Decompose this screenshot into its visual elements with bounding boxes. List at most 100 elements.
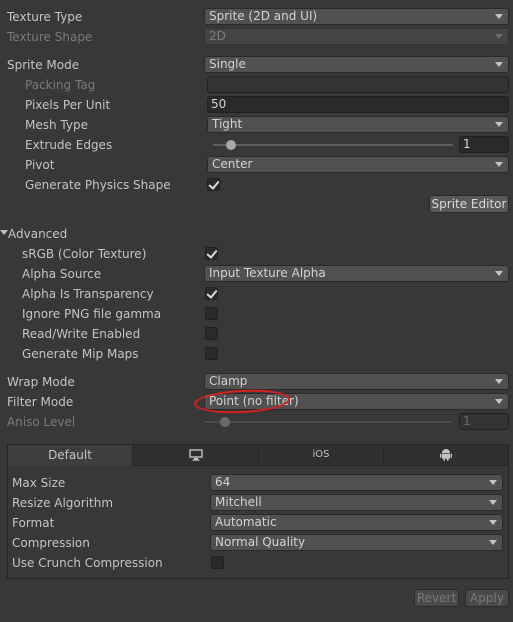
texture-type-dropdown[interactable]: Sprite (2D and UI)	[204, 8, 509, 25]
crunch-label: Use Crunch Compression	[12, 556, 163, 570]
compression-dropdown[interactable]: Normal Quality	[210, 534, 503, 551]
mesh-type-dropdown[interactable]: Tight	[207, 116, 509, 133]
max-size-label: Max Size	[12, 476, 66, 490]
pivot-value: Center	[212, 157, 253, 171]
chevron-down-icon	[489, 540, 497, 545]
sprite-mode-row: Sprite Mode Single	[0, 55, 513, 75]
packing-tag-field	[207, 76, 509, 93]
chevron-down-icon	[489, 480, 497, 485]
apply-button[interactable]: Apply	[465, 589, 509, 607]
revert-button[interactable]: Revert	[414, 589, 459, 607]
tab-default-label: Default	[48, 448, 92, 462]
chevron-down-icon	[495, 62, 503, 67]
chevron-down-icon	[495, 399, 503, 404]
max-size-row: Max Size 64	[0, 473, 513, 493]
monitor-icon	[188, 449, 203, 461]
pivot-label: Pivot	[25, 158, 55, 172]
mip-maps-row: Generate Mip Maps	[0, 344, 513, 364]
ignore-png-gamma-label: Ignore PNG file gamma	[22, 307, 162, 321]
crunch-checkbox[interactable]	[211, 556, 224, 569]
read-write-checkbox[interactable]	[205, 327, 218, 340]
wrap-mode-label: Wrap Mode	[7, 375, 75, 389]
mip-maps-label: Generate Mip Maps	[22, 347, 139, 361]
packing-tag-label: Packing Tag	[25, 78, 96, 92]
read-write-label: Read/Write Enabled	[22, 327, 141, 341]
mesh-type-row: Mesh Type Tight	[0, 115, 513, 135]
texture-type-row: Texture Type Sprite (2D and UI)	[0, 7, 513, 27]
srgb-checkbox[interactable]	[205, 247, 218, 260]
alpha-transparency-row: Alpha Is Transparency	[0, 284, 513, 304]
compression-label: Compression	[12, 536, 90, 550]
chevron-down-icon	[495, 122, 503, 127]
sprite-mode-label: Sprite Mode	[7, 58, 80, 72]
tab-ios[interactable]: iOS	[259, 445, 384, 465]
platform-tabs: Default iOS	[7, 444, 509, 466]
mesh-type-value: Tight	[212, 117, 243, 131]
format-dropdown[interactable]: Automatic	[210, 514, 503, 531]
physics-shape-label: Generate Physics Shape	[25, 178, 171, 192]
filter-mode-label: Filter Mode	[7, 395, 74, 409]
resize-algorithm-value: Mitchell	[215, 495, 262, 509]
wrap-mode-value: Clamp	[209, 374, 248, 388]
compression-row: Compression Normal Quality	[0, 533, 513, 553]
texture-shape-value: 2D	[209, 29, 226, 43]
ignore-png-gamma-checkbox[interactable]	[205, 307, 218, 320]
chevron-down-icon	[495, 162, 503, 167]
extrude-edges-label: Extrude Edges	[25, 138, 113, 152]
compression-value: Normal Quality	[215, 535, 306, 549]
aniso-level-field: 1	[459, 413, 509, 430]
android-icon	[440, 449, 452, 461]
chevron-down-icon	[489, 500, 497, 505]
extrude-edges-field[interactable]: 1	[459, 136, 509, 153]
pixels-per-unit-field[interactable]: 50	[207, 96, 509, 113]
mip-maps-checkbox[interactable]	[205, 347, 218, 360]
chevron-down-icon	[489, 520, 497, 525]
sprite-mode-value: Single	[209, 57, 246, 71]
tab-default[interactable]: Default	[8, 445, 133, 466]
alpha-transparency-label: Alpha Is Transparency	[22, 287, 154, 301]
aniso-level-row: Aniso Level 1	[0, 412, 513, 432]
foldout-arrow-icon[interactable]	[0, 230, 8, 235]
texture-type-value: Sprite (2D and UI)	[209, 9, 318, 23]
advanced-label: Advanced	[8, 227, 68, 241]
alpha-source-row: Alpha Source Input Texture Alpha	[0, 264, 513, 284]
format-row: Format Automatic	[0, 513, 513, 533]
extrude-edges-slider-track[interactable]	[213, 144, 453, 146]
texture-shape-label: Texture Shape	[7, 30, 93, 44]
resize-algorithm-row: Resize Algorithm Mitchell	[0, 493, 513, 513]
chevron-down-icon	[495, 271, 503, 276]
extrude-edges-slider-handle[interactable]	[226, 140, 236, 150]
chevron-down-icon	[495, 34, 503, 39]
max-size-value: 64	[215, 475, 231, 489]
alpha-source-value: Input Texture Alpha	[209, 266, 326, 280]
wrap-mode-dropdown[interactable]: Clamp	[204, 373, 509, 390]
physics-shape-row: Generate Physics Shape	[0, 175, 513, 195]
tab-android[interactable]	[384, 445, 508, 465]
texture-shape-row: Texture Shape 2D	[0, 27, 513, 47]
physics-shape-checkbox[interactable]	[207, 178, 220, 191]
resize-algorithm-label: Resize Algorithm	[12, 496, 114, 510]
pivot-row: Pivot Center	[0, 155, 513, 175]
max-size-dropdown[interactable]: 64	[210, 474, 503, 491]
alpha-transparency-checkbox[interactable]	[205, 287, 218, 300]
format-value: Automatic	[215, 515, 277, 529]
sprite-editor-button[interactable]: Sprite Editor	[429, 195, 509, 213]
sprite-mode-dropdown[interactable]: Single	[204, 56, 509, 73]
tab-standalone[interactable]	[133, 445, 259, 465]
packing-tag-row: Packing Tag	[0, 75, 513, 95]
pixels-per-unit-row: Pixels Per Unit 50	[0, 95, 513, 115]
advanced-foldout[interactable]: Advanced	[0, 224, 513, 244]
texture-shape-dropdown: 2D	[204, 28, 509, 45]
alpha-source-dropdown[interactable]: Input Texture Alpha	[204, 265, 509, 282]
aniso-level-slider-handle	[220, 417, 230, 427]
srgb-row: sRGB (Color Texture)	[0, 244, 513, 264]
format-label: Format	[12, 516, 55, 530]
pixels-per-unit-label: Pixels Per Unit	[25, 98, 111, 112]
chevron-down-icon	[495, 14, 503, 19]
mesh-type-label: Mesh Type	[25, 118, 88, 132]
aniso-level-slider-track	[205, 421, 453, 423]
resize-algorithm-dropdown[interactable]: Mitchell	[210, 494, 503, 511]
chevron-down-icon	[495, 379, 503, 384]
pivot-dropdown[interactable]: Center	[207, 156, 509, 173]
extrude-edges-row: Extrude Edges 1	[0, 135, 513, 155]
